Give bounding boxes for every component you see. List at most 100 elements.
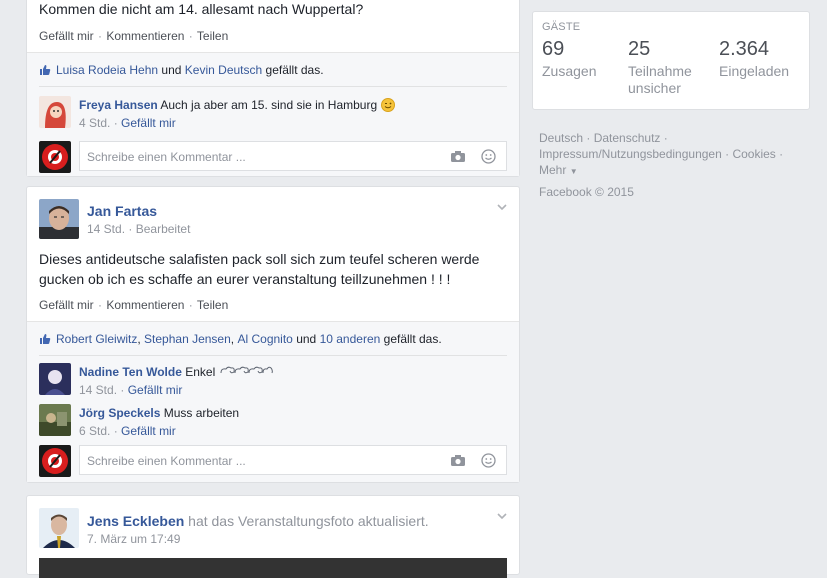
comments-section: Luisa Rodeia Hehn und Kevin Deutsch gefä…	[27, 52, 519, 176]
comment-author[interactable]: Jörg Speckels	[79, 406, 160, 420]
post-meta: 14 Std. · Bearbeitet	[87, 222, 191, 236]
comment-input[interactable]: Schreibe einen Kommentar ...	[79, 141, 507, 171]
comment-body: Jörg Speckels Muss arbeiten	[79, 406, 239, 420]
share-button[interactable]: Teilen	[197, 29, 228, 43]
more-likers-link[interactable]: 10 anderen	[320, 332, 381, 346]
footer-link-more[interactable]: Mehr	[539, 163, 566, 177]
comment-author[interactable]: Nadine Ten Wolde	[79, 365, 182, 379]
comment-like-button[interactable]: Gefällt mir	[121, 116, 176, 130]
chevron-down-icon[interactable]	[497, 202, 507, 212]
liker-link[interactable]: Kevin Deutsch	[185, 63, 262, 77]
my-avatar	[39, 141, 71, 173]
author-avatar[interactable]	[39, 199, 79, 239]
emoji-icon[interactable]	[481, 149, 496, 164]
cloud-emoji-icon	[220, 366, 273, 374]
comment-text: Muss arbeiten	[163, 406, 240, 420]
stat-value: 69	[542, 38, 565, 60]
footer-links: Deutsch · Datenschutz · Impressum/Nutzun…	[539, 131, 784, 177]
comment-text: Enkel	[185, 365, 216, 379]
post-card-2: Jan Fartas 14 Std. · Bearbeitet Dieses a…	[26, 186, 520, 483]
comment-text: Auch ja aber am 15. sind sie in Hamburg	[160, 98, 378, 112]
likes-suffix: gefällt das.	[265, 63, 324, 77]
liker-link[interactable]: Robert Gleiwitz	[56, 332, 137, 346]
comment-input[interactable]: Schreibe einen Kommentar ...	[79, 445, 507, 475]
post-actions: Gefällt mir · Kommentieren · Teilen	[39, 29, 229, 43]
comment-button[interactable]: Kommentieren	[106, 29, 184, 43]
footer-link-terms[interactable]: Impressum/Nutzungsbedingungen	[539, 147, 722, 161]
footer: Deutsch · Datenschutz · Impressum/Nutzun…	[539, 130, 827, 200]
liker-link[interactable]: Stephan Jensen	[144, 332, 231, 346]
author-avatar[interactable]	[39, 508, 79, 548]
thumbs-up-icon	[40, 334, 51, 344]
comment: Nadine Ten Wolde Enkel 14 Std. · Gefällt…	[39, 363, 507, 397]
stat-label: Zusagen	[542, 63, 597, 79]
guests-card: GÄSTE 69 Zusagen 25 Teilnahme unsicher 2…	[532, 11, 810, 110]
likes-conj: und	[296, 332, 317, 346]
post-actions: Gefällt mir · Kommentieren · Teilen	[39, 298, 229, 312]
comment-button[interactable]: Kommentieren	[106, 298, 184, 312]
footer-link-privacy[interactable]: Datenschutz	[594, 131, 661, 145]
comment-like-button[interactable]: Gefällt mir	[121, 424, 176, 438]
post-author[interactable]: Jens Eckleben	[87, 513, 184, 529]
comment: Jörg Speckels Muss arbeiten 6 Std. · Gef…	[39, 404, 507, 438]
comment-time[interactable]: 4 Std.	[79, 116, 110, 130]
wink-emoji-icon	[380, 98, 395, 112]
divider	[39, 355, 507, 356]
camera-icon[interactable]	[450, 454, 466, 467]
stat-maybe[interactable]: 25 Teilnahme unsicher	[628, 38, 708, 97]
comment-body: Nadine Ten Wolde Enkel	[79, 365, 273, 379]
comment-time[interactable]: 6 Std.	[79, 424, 110, 438]
post-card-1: Kommen die nicht am 14. allesamt nach Wu…	[26, 0, 520, 177]
copyright: Facebook © 2015	[539, 185, 634, 199]
caret-down-icon[interactable]: ▼	[570, 167, 578, 176]
avatar[interactable]	[39, 404, 71, 436]
my-avatar	[39, 445, 71, 477]
share-button[interactable]: Teilen	[197, 298, 228, 312]
comment-meta: 6 Std. · Gefällt mir	[79, 424, 176, 438]
stat-invited[interactable]: 2.364 Eingeladen	[719, 38, 789, 80]
footer-link-cookies[interactable]: Cookies	[732, 147, 775, 161]
comment-body: Freya Hansen Auch ja aber am 15. sind si…	[79, 98, 395, 112]
post-header: Jens Eckleben hat das Veranstaltungsfoto…	[87, 513, 429, 529]
comment-input-placeholder: Schreibe einen Kommentar ...	[87, 454, 246, 468]
chevron-down-icon[interactable]	[497, 511, 507, 521]
thumbs-up-icon	[40, 65, 51, 75]
comment-like-button[interactable]: Gefällt mir	[128, 383, 183, 397]
footer-link-language[interactable]: Deutsch	[539, 131, 583, 145]
post-time[interactable]: 14 Std.	[87, 222, 125, 236]
post-edited[interactable]: Bearbeitet	[136, 222, 191, 236]
guests-title: GÄSTE	[542, 21, 581, 33]
likes-summary: Luisa Rodeia Hehn und Kevin Deutsch gefä…	[39, 63, 324, 77]
stat-value: 2.364	[719, 38, 770, 60]
post-time[interactable]: 7. März um 17:49	[87, 532, 180, 546]
liker-link[interactable]: Luisa Rodeia Hehn	[56, 63, 158, 77]
stat-label: Eingeladen	[719, 63, 790, 79]
reply-box: Schreibe einen Kommentar ...	[39, 445, 507, 477]
post-action-text: hat das Veranstaltungsfoto aktualisiert.	[188, 513, 429, 529]
stat-value: 25	[628, 38, 651, 60]
liker-link[interactable]: Al Cognito	[237, 332, 292, 346]
post-author[interactable]: Jan Fartas	[87, 203, 157, 219]
reply-box: Schreibe einen Kommentar ...	[39, 141, 507, 173]
comment-author[interactable]: Freya Hansen	[79, 98, 158, 112]
comment-input-placeholder: Schreibe einen Kommentar ...	[87, 150, 246, 164]
post-text: Dieses antideutsche salafisten pack soll…	[39, 251, 480, 287]
likes-suffix: gefällt das.	[383, 332, 442, 346]
camera-icon[interactable]	[450, 150, 466, 163]
avatar[interactable]	[39, 363, 71, 395]
like-button[interactable]: Gefällt mir	[39, 29, 94, 43]
comment-time[interactable]: 14 Std.	[79, 383, 117, 397]
likes-conj: und	[161, 63, 182, 77]
avatar[interactable]	[39, 96, 71, 128]
likes-summary: Robert Gleiwitz, Stephan Jensen, Al Cogn…	[39, 332, 442, 346]
comment-meta: 4 Std. · Gefällt mir	[79, 116, 176, 130]
stat-going[interactable]: 69 Zusagen	[542, 38, 596, 80]
post-card-3: Jens Eckleben hat das Veranstaltungsfoto…	[26, 495, 520, 578]
comment-meta: 14 Std. · Gefällt mir	[79, 383, 183, 397]
post-text: Kommen die nicht am 14. allesamt nach Wu…	[39, 1, 364, 17]
emoji-icon[interactable]	[481, 453, 496, 468]
post-photo[interactable]	[39, 558, 507, 578]
comments-section: Robert Gleiwitz, Stephan Jensen, Al Cogn…	[27, 321, 519, 482]
divider	[39, 86, 507, 87]
like-button[interactable]: Gefällt mir	[39, 298, 94, 312]
